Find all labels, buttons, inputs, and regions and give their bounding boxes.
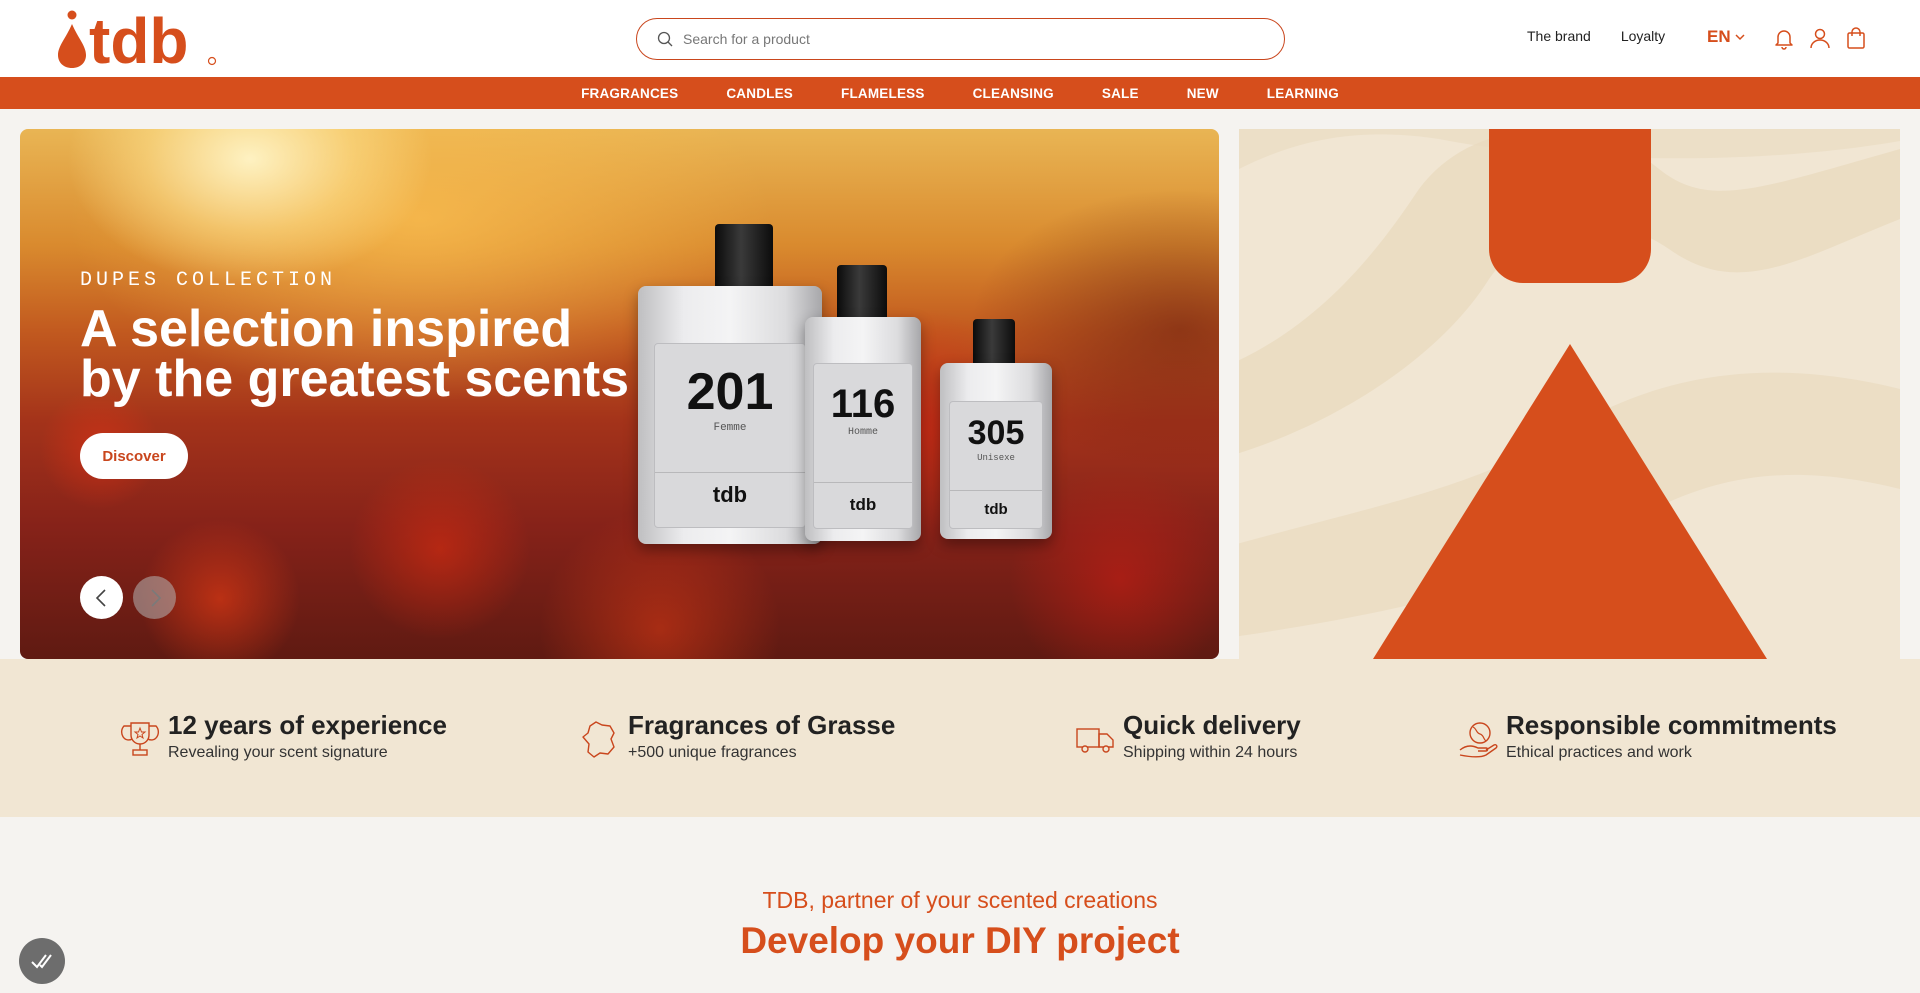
geometric-shapes-graphic xyxy=(1239,129,1900,659)
feature-commitments: Responsible commitments Ethical practice… xyxy=(1458,709,1837,762)
feature-title: Fragrances of Grasse xyxy=(628,710,896,740)
site-header: tdb The brand Loyalty EN xyxy=(0,0,1920,77)
main-navigation: FRAGRANCES CANDLES FLAMELESS CLEANSING S… xyxy=(0,77,1920,109)
feature-text: Fragrances of Grasse +500 unique fragran… xyxy=(628,709,895,762)
france-map-icon xyxy=(582,721,615,758)
search-bar[interactable] xyxy=(636,18,1285,60)
bottle-cap xyxy=(837,265,887,323)
nav-cleansing[interactable]: CLEANSING xyxy=(973,86,1054,101)
hero-title: A selection inspired by the greatest sce… xyxy=(80,303,720,405)
bottle-type: Unisexe xyxy=(977,453,1015,463)
bottle-brand: tdb xyxy=(655,472,805,517)
cookie-consent-widget[interactable] xyxy=(19,938,65,984)
carousel-next-button[interactable] xyxy=(133,576,176,619)
nav-sale[interactable]: SALE xyxy=(1102,86,1139,101)
bottle-cap xyxy=(715,224,773,290)
bottle-brand: tdb xyxy=(814,482,912,527)
hero-title-line-2: by the greatest scents xyxy=(80,350,630,408)
language-label: EN xyxy=(1707,27,1731,46)
discover-button[interactable]: Discover xyxy=(80,433,188,479)
bottle-type: Femme xyxy=(713,422,747,434)
feature-subtitle: Revealing your scent signature xyxy=(168,744,388,761)
nav-new[interactable]: NEW xyxy=(1187,86,1219,101)
hero-eyebrow: DUPES COLLECTION xyxy=(80,269,337,292)
feature-experience: 12 years of experience Revealing your sc… xyxy=(120,709,447,762)
section-title: Develop your DIY project xyxy=(740,920,1180,961)
features-strip: 12 years of experience Revealing your sc… xyxy=(0,659,1920,817)
language-selector[interactable]: EN xyxy=(1707,27,1746,47)
user-icon[interactable] xyxy=(1808,26,1832,50)
bell-icon[interactable] xyxy=(1772,26,1796,50)
bottle-label: 116 Homme tdb xyxy=(813,363,913,529)
feature-delivery: Quick delivery Shipping within 24 hours xyxy=(1075,709,1301,762)
link-loyalty[interactable]: Loyalty xyxy=(1621,28,1665,44)
feature-title: 12 years of experience xyxy=(168,710,447,740)
nav-flameless[interactable]: FLAMELESS xyxy=(841,86,925,101)
trophy-icon xyxy=(120,722,160,756)
search-icon xyxy=(657,31,673,47)
header-links: The brand Loyalty xyxy=(1527,28,1665,44)
shopping-bag-icon[interactable] xyxy=(1844,26,1868,50)
nav-learning[interactable]: LEARNING xyxy=(1267,86,1339,101)
feature-subtitle: +500 unique fragrances xyxy=(628,744,797,761)
feature-subtitle: Ethical practices and work xyxy=(1506,744,1692,761)
nav-candles[interactable]: CANDLES xyxy=(726,86,793,101)
svg-text:tdb: tdb xyxy=(89,10,189,68)
feature-title: Quick delivery xyxy=(1123,710,1301,740)
bottle-type: Homme xyxy=(847,427,878,438)
link-the-brand[interactable]: The brand xyxy=(1527,28,1591,44)
search-input[interactable] xyxy=(683,31,1243,47)
chevron-down-icon xyxy=(1735,34,1745,41)
chevron-right-icon xyxy=(150,588,161,607)
delivery-truck-icon xyxy=(1076,728,1114,753)
bottle-brand: tdb xyxy=(950,490,1042,529)
tdb-logo[interactable]: tdb xyxy=(58,10,218,68)
feature-title: Responsible commitments xyxy=(1506,710,1837,740)
bottle-number: 116 xyxy=(830,382,896,426)
feature-subtitle: Shipping within 24 hours xyxy=(1123,744,1298,761)
chevron-left-icon xyxy=(95,588,106,607)
bottle-number: 305 xyxy=(967,414,1025,452)
promo-graphic-panel[interactable] xyxy=(1239,129,1900,659)
hero-banner: 201 Femme tdb 116 Homme tdb 305 Unisexe … xyxy=(20,129,1219,659)
feature-text: Responsible commitments Ethical practice… xyxy=(1506,709,1837,762)
nav-fragrances[interactable]: FRAGRANCES xyxy=(581,86,678,101)
bottle-cap xyxy=(973,319,1015,369)
header-icons xyxy=(1772,26,1868,50)
bottle-label: 305 Unisexe tdb xyxy=(949,401,1043,529)
carousel-prev-button[interactable] xyxy=(80,576,123,619)
globe-hand-icon xyxy=(1459,722,1498,758)
double-check-icon xyxy=(31,954,52,969)
feature-text: 12 years of experience Revealing your sc… xyxy=(168,709,447,762)
feature-text: Quick delivery Shipping within 24 hours xyxy=(1123,709,1301,762)
feature-grasse: Fragrances of Grasse +500 unique fragran… xyxy=(580,709,895,762)
section-subtitle: TDB, partner of your scented creations xyxy=(762,887,1158,913)
